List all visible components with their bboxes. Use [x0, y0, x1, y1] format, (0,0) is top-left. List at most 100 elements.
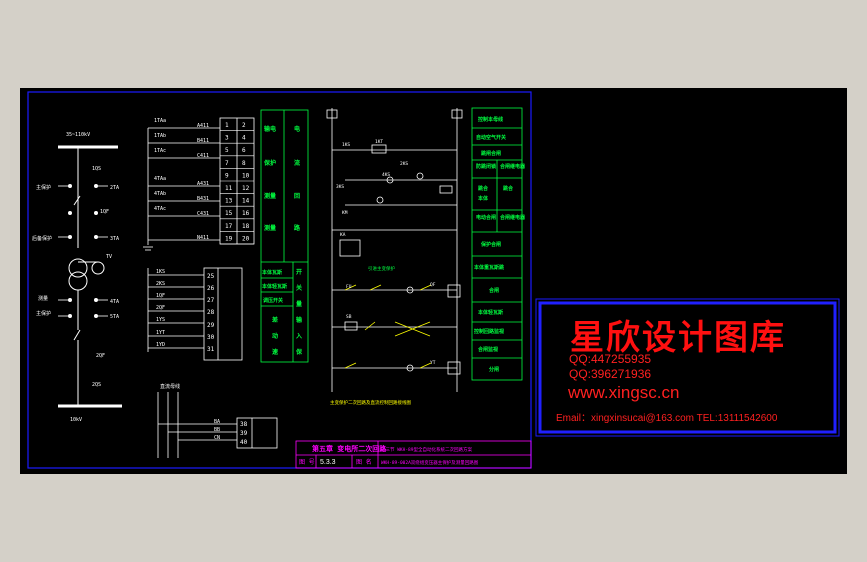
legend-12: 合闸 [488, 287, 499, 294]
green-row-17: 入 [295, 333, 302, 340]
ct-terminal-number: 5 [225, 147, 229, 154]
control-label-6: KA [340, 232, 346, 238]
control-note: 引进主变保护 [368, 265, 395, 272]
green-row-10: 本体轻瓦斯 [261, 283, 287, 290]
ct-terminal-1: B411 [197, 138, 209, 144]
ct-terminal-number: 13 [225, 198, 233, 205]
control-highlights [344, 284, 432, 369]
ct-wiring [143, 127, 220, 251]
ct-terminal-4: B431 [197, 196, 209, 202]
green-row-8: 本体瓦斯 [261, 269, 282, 276]
watermark-qq2: QQ:396271936 [569, 367, 652, 381]
signal-terminal-4: 29 [207, 322, 215, 329]
green-panel [260, 109, 309, 363]
dc-terminal-1: 39 [240, 430, 248, 437]
ct-terminal-number: 4 [242, 135, 246, 142]
drawing-no-label: 图 号 [299, 459, 315, 466]
ct-terminal-number: 15 [225, 210, 233, 217]
legend-8: 电动合闸 [476, 214, 496, 221]
green-panel-text: 输电 电 保护 流 测量 回 测量 路 本体瓦斯 开 本体轻瓦斯 关 调压开关 … [261, 125, 303, 356]
legend-10: 保护合闸 [480, 241, 501, 248]
watermark-qq1: QQ:447255935 [569, 352, 652, 366]
signal-terminal-6: 31 [207, 346, 215, 353]
primary-label-6: 2TA [110, 185, 119, 191]
signal-terminal-2: 27 [207, 297, 215, 304]
green-row-1: 电 [294, 125, 300, 133]
green-row-13: 量 [296, 300, 302, 308]
primary-label-1: 后备保护 [32, 235, 52, 242]
signal-input-3: 2QF [156, 305, 165, 311]
primary-label-2: 测量 [38, 295, 48, 302]
signal-terminal-0: 25 [207, 273, 215, 280]
ct-terminal-number: 12 [242, 185, 250, 192]
ct-terminal-number: 9 [225, 172, 229, 179]
ct-terminal-number: 20 [242, 235, 250, 242]
control-label-9: QF [430, 282, 436, 288]
primary-label-10: 5TA [110, 314, 119, 320]
bus-low-label: 10kV [70, 417, 82, 423]
green-row-2: 保护 [263, 159, 276, 167]
control-circuit [326, 108, 463, 392]
ct-terminal-number: 10 [242, 172, 250, 179]
ct-terminal-number: 17 [225, 223, 233, 230]
watermark-contact: Email：xingxinsucai@163.com TEL:131115426… [556, 413, 778, 424]
ct-terminal-3: A431 [197, 181, 209, 187]
dc-terminal-2: 40 [240, 439, 248, 446]
green-row-6: 测量 [264, 224, 276, 232]
green-row-5: 回 [294, 192, 300, 200]
green-row-16: 动 [272, 332, 278, 340]
ct-input-1: 1TAb [154, 133, 166, 139]
primary-label-12: 2QS [92, 382, 101, 388]
legend-9: 合闸继电器 [499, 214, 526, 221]
primary-label-0: 主保护 [36, 184, 51, 191]
signal-terminal-5: 30 [207, 334, 215, 341]
watermark-website[interactable]: www.xingsc.cn [568, 383, 679, 403]
ct-input-labels: 1TAa 1TAb 1TAc 4TAa 4TAb 4TAc A411 B411 … [154, 118, 209, 241]
legend-2: 跳闸合闸 [481, 150, 501, 157]
primary-label-8: TV [106, 254, 112, 260]
signal-input-5: 1YT [156, 330, 165, 336]
green-row-0: 输电 [264, 125, 276, 133]
primary-label-11: 2QF [96, 353, 105, 359]
dc-input-2: CN [214, 435, 220, 441]
dc-bus-label: 直流母线 [160, 383, 180, 390]
green-row-18: 速 [272, 348, 278, 356]
ct-input-2: 1TAc [154, 148, 166, 154]
signal-input-4: 1YS [156, 317, 165, 323]
green-row-9: 开 [296, 268, 302, 276]
control-label-2: 2KS [400, 161, 408, 167]
drawing-name-label: 图 名 [356, 458, 372, 466]
bus-high-label: 35~110kV [66, 132, 90, 138]
ct-terminal-5: C431 [197, 211, 209, 217]
ct-input-3: 4TAa [154, 176, 166, 182]
legend-3: 防跳闭锁 [476, 163, 496, 170]
cad-drawing: 35~110kV 10kV 主保护 后备保护 测量 主保护 1QS 1QF 2T… [27, 91, 840, 469]
dc-input-0: BA [214, 419, 220, 425]
signal-input-0: 1KS [156, 269, 165, 275]
ct-terminal-2: C411 [197, 153, 209, 159]
signal-terminal-1: 26 [207, 285, 215, 292]
ct-terminal-number: 2 [242, 122, 246, 129]
primary-label-7: 3TA [110, 236, 119, 242]
ct-terminal-number: 18 [242, 223, 250, 230]
green-row-12: 调压开关 [263, 297, 283, 304]
legend-text: 控制本母线 自动空气开关 跳闸合闸 防跳闭锁 合闸继电器 跳合 本体 跳合 电动… [473, 116, 526, 373]
legend-15: 合闸监视 [477, 346, 498, 353]
legend-5: 跳合 [478, 185, 489, 192]
ct-leads [58, 185, 108, 317]
ct-terminal-number: 3 [225, 135, 229, 142]
ct-terminal-0: A411 [197, 123, 209, 129]
green-row-3: 流 [294, 159, 300, 167]
ct-terminal-6: N411 [197, 235, 209, 241]
dc-terminal-numbers: 38 39 40 [240, 421, 248, 446]
ct-markers [68, 184, 98, 318]
legend-16: 分闸 [489, 366, 499, 373]
control-label-8: SB [346, 314, 352, 320]
legend-0: 控制本母线 [478, 116, 503, 123]
primary-labels: 35~110kV 10kV 主保护 后备保护 测量 主保护 1QS 1QF 2T… [32, 132, 119, 423]
legend-7: 跳合 [503, 185, 514, 192]
control-label-7: FU [346, 284, 352, 290]
green-row-7: 路 [294, 224, 301, 232]
green-row-4: 测量 [264, 192, 276, 200]
signal-input-1: 2KS [156, 281, 165, 287]
